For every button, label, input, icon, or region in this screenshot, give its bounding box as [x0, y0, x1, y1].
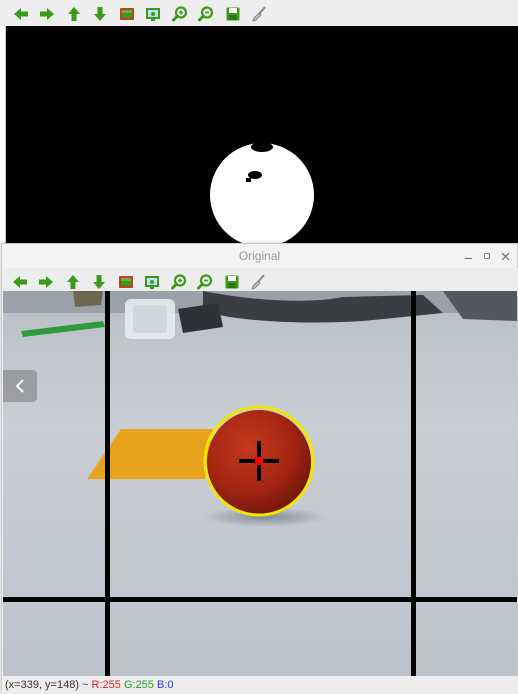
camera-image[interactable] — [3, 291, 517, 676]
pixel-red-value: R:255 — [91, 679, 121, 691]
zoom-out-icon — [198, 6, 214, 22]
zoom-out-button[interactable] — [196, 4, 216, 24]
arrow-up-icon — [67, 7, 80, 21]
zoom-in-icon — [171, 6, 187, 22]
camera-frame — [3, 291, 517, 676]
grid-line-vertical — [411, 291, 416, 676]
pan-up-button[interactable] — [64, 4, 84, 24]
save-image-button[interactable] — [223, 4, 243, 24]
pan-right-button[interactable] — [37, 4, 57, 24]
nav-left-button[interactable] — [3, 370, 37, 402]
pan-left-button[interactable] — [11, 4, 31, 24]
glass-cup-inner — [133, 305, 167, 333]
pan-down-button[interactable] — [89, 272, 109, 292]
zoom-original-button[interactable] — [142, 272, 162, 292]
chevron-left-icon — [15, 379, 24, 393]
save-icon — [226, 7, 239, 21]
pan-down-button[interactable] — [90, 4, 110, 24]
properties-button[interactable] — [248, 272, 268, 292]
zoom-out-icon — [197, 274, 213, 290]
status-bar: (x=339, y=148) ~ R:255 G:255 B:0 — [2, 676, 518, 694]
mask-blob-hole — [246, 178, 251, 182]
window-title: Original — [238, 249, 281, 263]
properties-icon — [145, 276, 159, 289]
properties-button[interactable] — [249, 4, 269, 24]
pixel-blue-value: B:0 — [156, 679, 174, 691]
zoom-in-icon — [170, 274, 186, 290]
arrow-down-icon — [94, 7, 106, 21]
save-image-button[interactable] — [222, 272, 242, 292]
background-object — [73, 291, 103, 307]
original-window: Original (x=339, y=148) ~ R:255 G:255 B:… — [1, 243, 518, 694]
properties-icon — [146, 8, 160, 21]
maximize-icon — [484, 253, 490, 259]
brush-icon — [252, 6, 266, 22]
pan-left-button[interactable] — [10, 272, 30, 292]
zoom-out-button[interactable] — [195, 272, 215, 292]
arrow-down-icon — [93, 275, 105, 289]
mask-blob-notch — [251, 142, 273, 152]
mask-window — [0, 0, 518, 250]
save-icon — [225, 275, 238, 289]
zoom-in-button[interactable] — [170, 4, 190, 24]
mask-image — [6, 26, 518, 250]
arrow-left-icon — [12, 276, 27, 288]
pixel-green-value: G:255 — [123, 679, 154, 691]
arrow-right-icon — [40, 8, 54, 20]
mask-ball-blob — [210, 143, 314, 247]
minimize-icon — [464, 258, 472, 259]
zoom-original-button[interactable] — [143, 4, 163, 24]
image-icon — [119, 8, 134, 20]
pan-up-button[interactable] — [63, 272, 83, 292]
center-point — [255, 457, 263, 465]
arrow-right-icon — [39, 276, 53, 288]
image-icon — [118, 276, 133, 288]
window-titlebar[interactable]: Original — [2, 244, 517, 268]
zoom-in-button[interactable] — [169, 272, 189, 292]
maximize-button[interactable] — [481, 250, 493, 262]
close-button[interactable] — [499, 250, 511, 262]
grid-line-horizontal — [3, 597, 517, 602]
arrow-left-icon — [13, 8, 28, 20]
close-icon — [501, 252, 509, 261]
zoom-fit-button[interactable] — [116, 272, 136, 292]
zoom-fit-button[interactable] — [117, 4, 137, 24]
mask-toolbar — [0, 0, 518, 28]
grid-line-vertical — [105, 291, 110, 676]
brush-icon — [251, 274, 265, 290]
pixel-coordinates: (x=339, y=148) ~ — [5, 679, 92, 691]
arrow-up-icon — [66, 275, 79, 289]
pan-right-button[interactable] — [36, 272, 56, 292]
minimize-button[interactable] — [462, 250, 474, 262]
